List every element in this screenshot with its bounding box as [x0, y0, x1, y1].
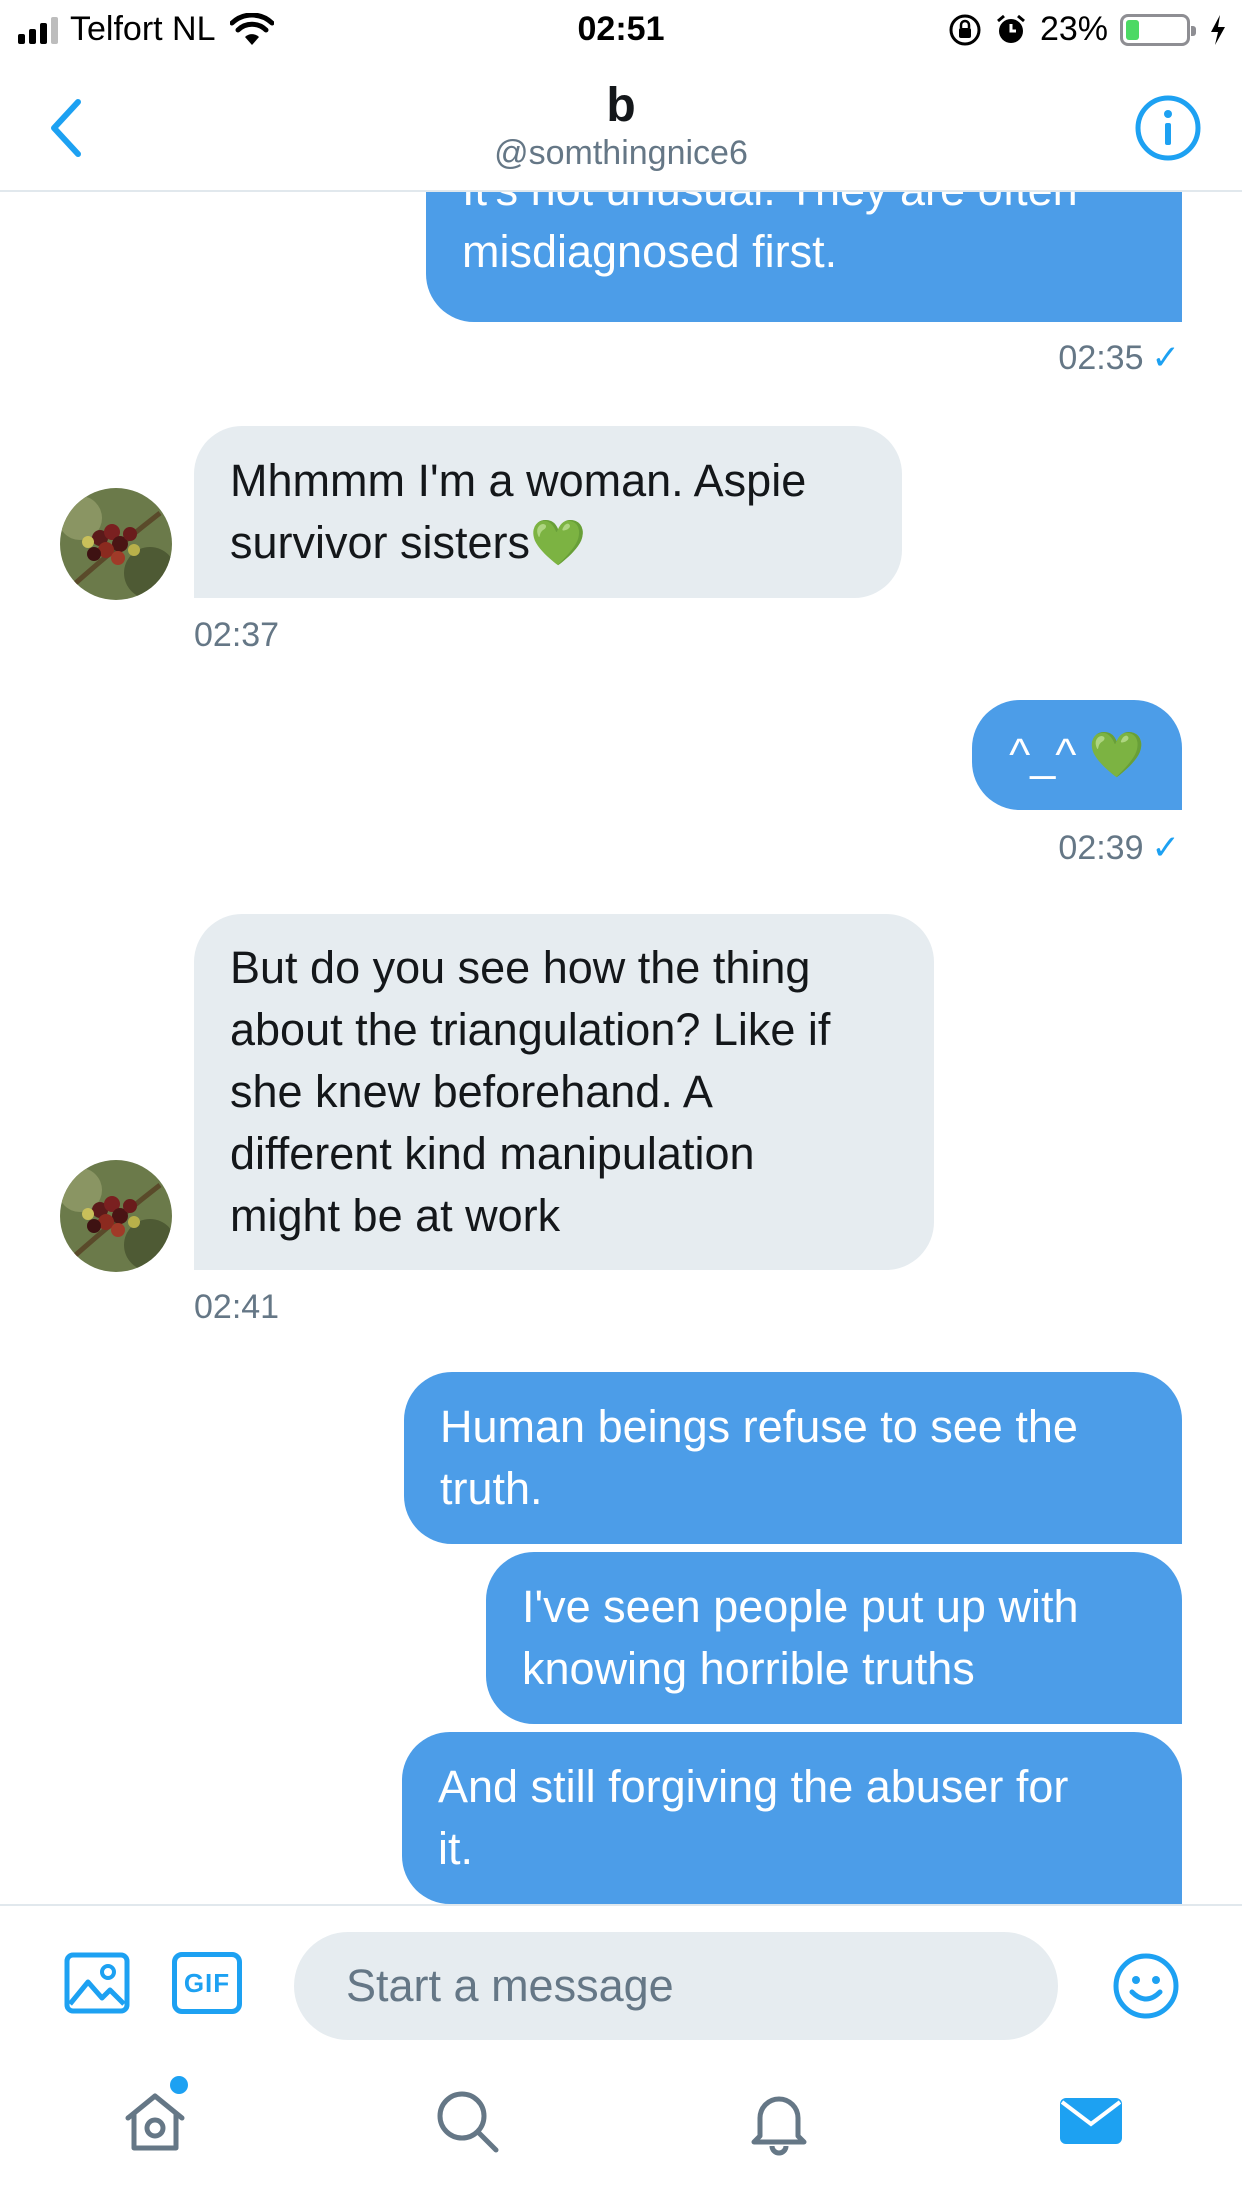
message-composer: GIF — [0, 1904, 1242, 2054]
message-timestamp: 02:37 — [194, 616, 280, 654]
contact-handle[interactable]: @somthingnice6 — [0, 134, 1242, 173]
message-input[interactable] — [294, 1932, 1058, 2040]
incoming-message[interactable]: But do you see how the thing about the t… — [194, 914, 934, 1270]
notifications-icon — [751, 2096, 807, 2156]
sent-check-icon: ✓ — [1151, 339, 1181, 377]
message-timestamp: 02:39 ✓ — [1058, 829, 1181, 867]
message-timestamp: 02:41 — [194, 1288, 280, 1326]
avatar[interactable] — [60, 1160, 172, 1272]
gif-button[interactable]: GIF — [172, 1952, 242, 2014]
outgoing-message[interactable]: And still forgiving the abuser for it. — [402, 1732, 1182, 1904]
tab-search[interactable] — [422, 2076, 512, 2166]
tab-notifications[interactable] — [734, 2076, 824, 2166]
tab-home[interactable] — [110, 2076, 200, 2166]
orientation-lock-icon — [949, 14, 981, 45]
alarm-icon — [996, 14, 1025, 43]
incoming-message[interactable]: Mhmmm I'm a woman. Aspie survivor sister… — [194, 426, 902, 598]
emoji-icon[interactable] — [1112, 1952, 1180, 2020]
outgoing-message[interactable]: It's not unusual. They are often misdiag… — [426, 192, 1182, 322]
sent-check-icon: ✓ — [1151, 829, 1181, 867]
search-icon — [437, 2091, 499, 2153]
home-icon — [125, 2093, 185, 2151]
notification-dot — [170, 2076, 188, 2094]
battery-percent: 23% — [1039, 10, 1108, 48]
tab-bar — [0, 2054, 1242, 2208]
info-icon[interactable] — [1134, 94, 1202, 162]
messages-icon — [1060, 2098, 1122, 2144]
battery-icon — [1120, 13, 1196, 46]
outgoing-message[interactable]: I've seen people put up with knowing hor… — [486, 1552, 1182, 1724]
contact-name[interactable]: b — [0, 78, 1242, 133]
avatar[interactable] — [60, 488, 172, 600]
outgoing-message[interactable]: ^_^ 💚 — [972, 700, 1182, 810]
image-icon[interactable] — [64, 1952, 130, 2014]
status-bar: Telfort NL 02:51 23% — [0, 0, 1242, 62]
charging-icon — [1211, 14, 1225, 45]
message-timestamp: 02:35 ✓ — [1058, 339, 1181, 377]
conversation-thread[interactable]: It's not unusual. They are often misdiag… — [0, 192, 1242, 1904]
outgoing-message[interactable]: Human beings refuse to see the truth. — [404, 1372, 1182, 1544]
tab-messages[interactable] — [1046, 2076, 1136, 2166]
conversation-header: b @somthingnice6 — [0, 62, 1242, 192]
